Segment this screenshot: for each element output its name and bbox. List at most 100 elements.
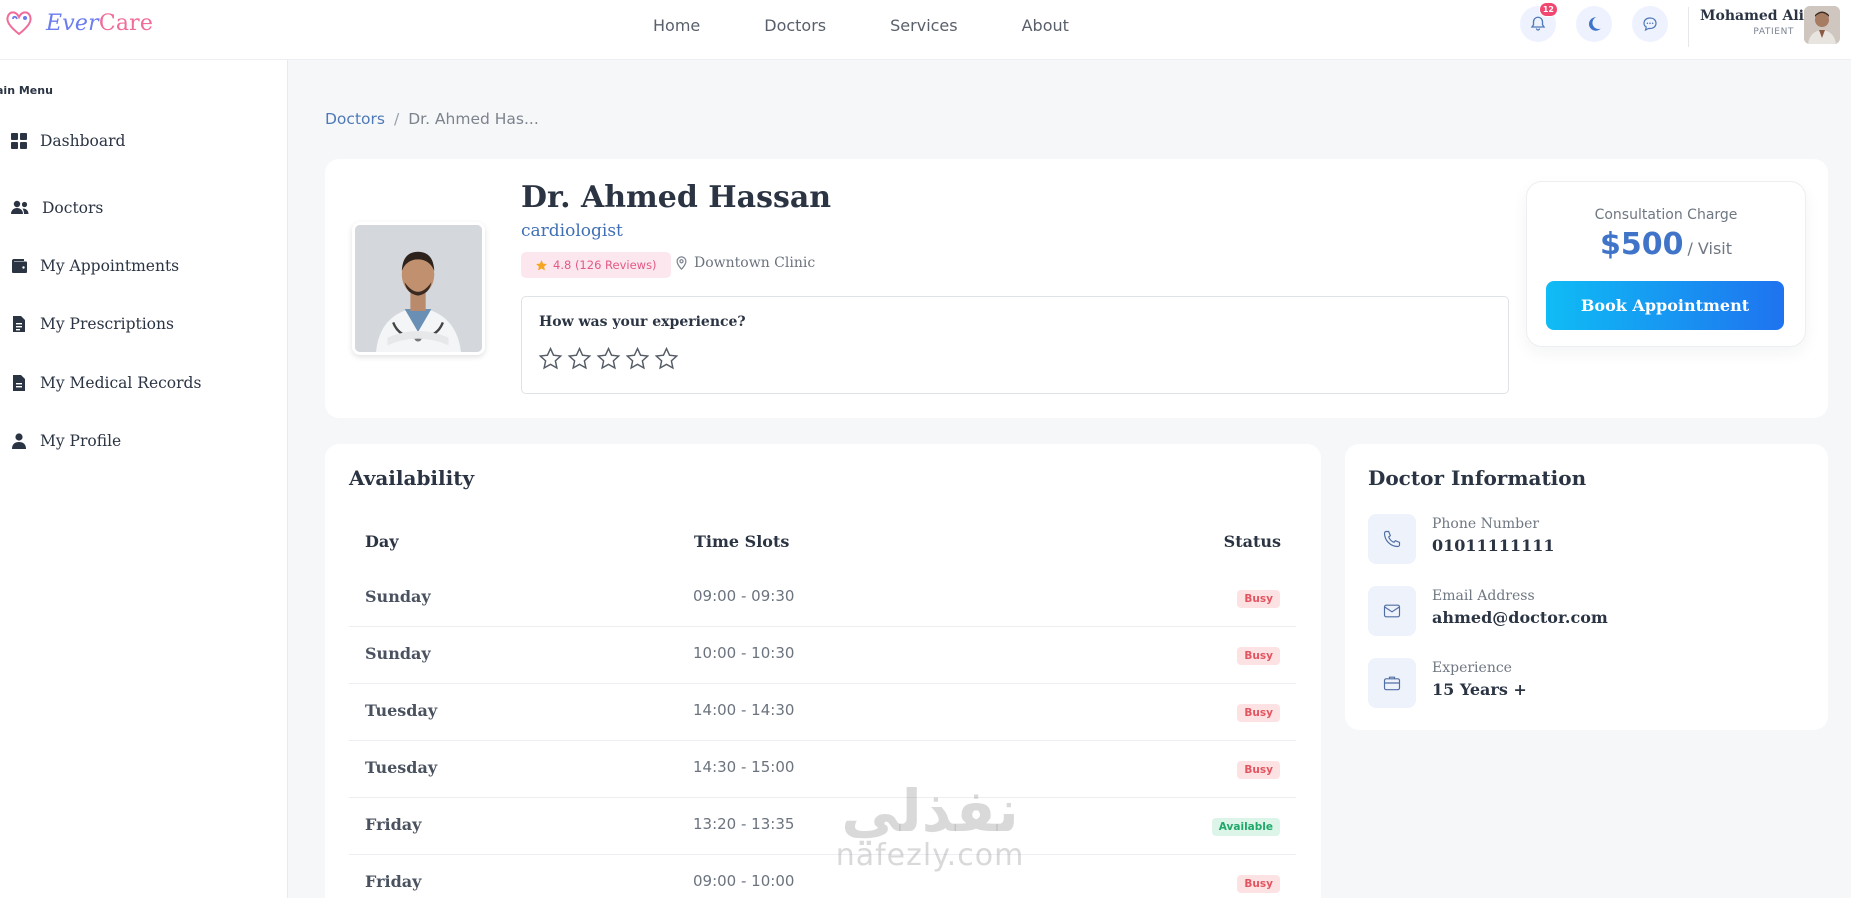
doctor-photo: [352, 222, 485, 355]
nav-about[interactable]: About: [1022, 16, 1069, 35]
phone-icon: [1383, 530, 1401, 548]
grid-icon: [11, 133, 27, 149]
table-row: Friday 09:00 - 10:00 Busy: [349, 855, 1296, 898]
nav-services[interactable]: Services: [890, 16, 957, 35]
cell-day: Friday: [365, 872, 422, 891]
cell-day: Sunday: [365, 644, 431, 663]
info-item-phone: Phone Number 01011111111: [1368, 514, 1788, 568]
header-actions: 12: [1520, 2, 1668, 42]
availability-card: Availability Day Time Slots Status Sunda…: [325, 444, 1321, 898]
sidebar-item-appointments[interactable]: My Appointments: [10, 257, 179, 275]
envelope-icon-box: [1368, 586, 1416, 636]
star-icon: [536, 259, 547, 270]
info-label: Phone Number: [1432, 516, 1540, 532]
status-badge: Busy: [1237, 590, 1280, 608]
sidebar-item-label: My Profile: [40, 432, 122, 450]
user-avatar-image: [1804, 6, 1840, 44]
cell-time: 14:00 - 14:30: [693, 701, 795, 719]
user-role: PATIENT: [1753, 27, 1794, 37]
star-outline-icon[interactable]: [654, 346, 679, 371]
book-appointment-button[interactable]: Book Appointment: [1546, 281, 1784, 330]
top-navbar: EverCare Home Doctors Services About 12 …: [0, 0, 1851, 60]
bell-icon: [1530, 16, 1546, 31]
cell-day: Tuesday: [365, 701, 438, 720]
sidebar-title: ain Menu: [0, 84, 53, 97]
consultation-card: Consultation Charge $500/ Visit Book App…: [1526, 181, 1806, 347]
star-outline-icon[interactable]: [538, 346, 563, 371]
notification-count-badge: 12: [1538, 2, 1558, 17]
consultation-label: Consultation Charge: [1594, 207, 1738, 223]
cell-time: 09:00 - 09:30: [693, 587, 795, 605]
messages-button[interactable]: [1632, 6, 1668, 42]
cell-day: Tuesday: [365, 758, 438, 777]
doctor-profile-card: Dr. Ahmed Hassan cardiologist 4.8 (126 R…: [325, 159, 1828, 418]
briefcase-icon: [1383, 676, 1401, 691]
sidebar-item-label: My Medical Records: [40, 374, 202, 392]
cell-time: 10:00 - 10:30: [693, 644, 795, 662]
sidebar-item-doctors[interactable]: Doctors: [10, 199, 103, 217]
brand-logo[interactable]: EverCare: [4, 8, 153, 38]
status-badge: Busy: [1237, 647, 1280, 665]
doctor-specialty: cardiologist: [521, 221, 623, 241]
file-icon: [13, 316, 25, 332]
breadcrumb-doctors-link[interactable]: Doctors: [325, 110, 385, 128]
sidebar-item-label: Dashboard: [40, 132, 126, 150]
consultation-price: $500/ Visit: [1527, 227, 1805, 262]
table-row: Sunday 09:00 - 09:30 Busy: [349, 570, 1296, 627]
map-pin-icon: [676, 256, 687, 270]
moon-icon: [1588, 17, 1601, 31]
doctor-image: [355, 225, 482, 352]
status-badge: Busy: [1237, 704, 1280, 722]
sidebar-item-profile[interactable]: My Profile: [10, 432, 121, 450]
main-nav: Home Doctors Services About: [653, 16, 1069, 35]
header-divider: [1688, 7, 1689, 47]
status-badge: Busy: [1237, 875, 1280, 893]
sidebar-item-dashboard[interactable]: Dashboard: [10, 132, 125, 150]
sidebar: ain Menu Dashboard Doctors My Appointmen…: [0, 60, 288, 898]
breadcrumb: Doctors / Dr. Ahmed Has...: [325, 110, 539, 128]
star-outline-icon[interactable]: [625, 346, 650, 371]
star-outline-icon[interactable]: [567, 346, 592, 371]
doctor-info-card: Doctor Information Phone Number 01011111…: [1345, 444, 1828, 730]
sidebar-item-label: Doctors: [42, 199, 104, 217]
table-row: Friday 13:20 - 13:35 Available: [349, 798, 1296, 855]
info-item-experience: Experience 15 Years +: [1368, 658, 1788, 712]
cell-day: Friday: [365, 815, 422, 834]
info-value: 01011111111: [1432, 536, 1555, 555]
theme-toggle-button[interactable]: [1576, 6, 1612, 42]
info-label: Experience: [1432, 660, 1512, 676]
doctor-location: Downtown Clinic: [675, 255, 815, 271]
sidebar-item-prescriptions[interactable]: My Prescriptions: [10, 315, 174, 333]
availability-title: Availability: [349, 466, 475, 490]
cell-time: 13:20 - 13:35: [693, 815, 795, 833]
heart-logo-icon: [6, 11, 32, 36]
price-amount: $500: [1599, 227, 1684, 262]
cell-time: 14:30 - 15:00: [693, 758, 795, 776]
user-icon: [12, 433, 26, 449]
rating-badge: 4.8 (126 Reviews): [521, 252, 671, 278]
wallet-icon: [12, 259, 27, 273]
user-menu[interactable]: Mohamed Ali PATIENT: [1700, 8, 1804, 37]
table-row: Tuesday 14:00 - 14:30 Busy: [349, 684, 1296, 741]
status-badge: Busy: [1237, 761, 1280, 779]
briefcase-icon-box: [1368, 658, 1416, 708]
location-text: Downtown Clinic: [694, 255, 816, 271]
chat-icon: [1643, 17, 1657, 32]
info-item-email: Email Address ahmed@doctor.com: [1368, 586, 1788, 640]
column-header-time: Time Slots: [694, 532, 790, 551]
price-unit: / Visit: [1687, 239, 1733, 258]
star-outline-icon[interactable]: [596, 346, 621, 371]
breadcrumb-separator: /: [393, 110, 400, 128]
nav-home[interactable]: Home: [653, 16, 700, 35]
sidebar-item-medical-records[interactable]: My Medical Records: [10, 374, 201, 392]
doctor-info-title: Doctor Information: [1368, 466, 1587, 490]
info-label: Email Address: [1432, 588, 1535, 604]
phone-icon-box: [1368, 514, 1416, 564]
column-header-day: Day: [365, 532, 399, 551]
users-icon: [11, 200, 29, 214]
info-value: ahmed@doctor.com: [1432, 608, 1608, 627]
notifications-button[interactable]: 12: [1520, 2, 1558, 42]
table-row: Sunday 10:00 - 10:30 Busy: [349, 627, 1296, 684]
avatar[interactable]: [1804, 6, 1840, 44]
nav-doctors[interactable]: Doctors: [764, 16, 826, 35]
